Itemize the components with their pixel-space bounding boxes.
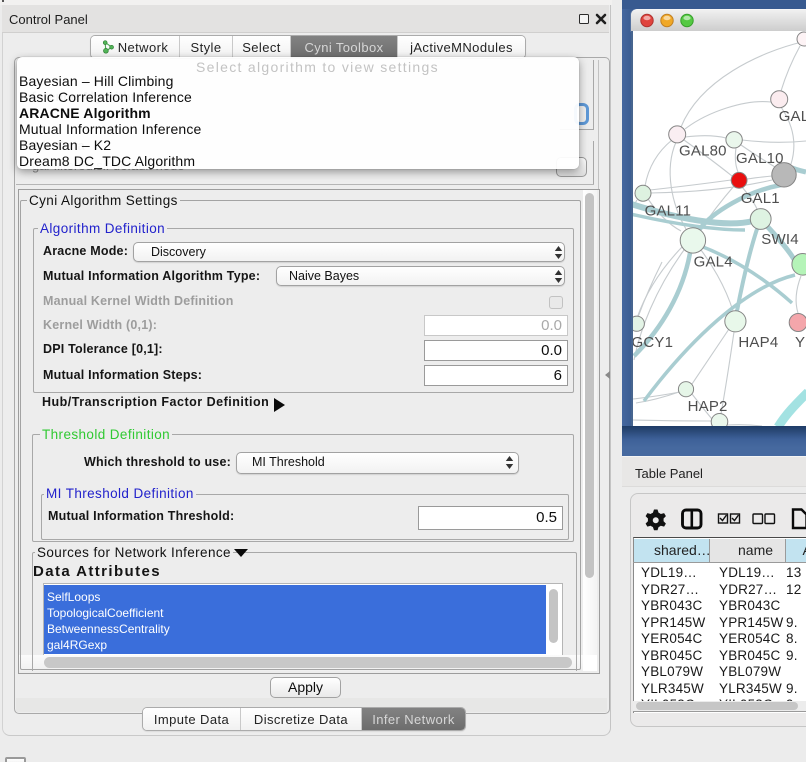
svg-text:GAL11: GAL11 <box>645 203 692 220</box>
svg-text:GAL10: GAL10 <box>736 150 784 167</box>
svg-text:YM: YM <box>795 334 806 351</box>
svg-text:HAP2: HAP2 <box>688 398 728 415</box>
svg-text:GAL4: GAL4 <box>694 254 733 271</box>
svg-text:GCY1: GCY1 <box>633 334 673 351</box>
svg-text:GAL1: GAL1 <box>741 190 780 207</box>
svg-text:GAL2: GAL2 <box>779 108 806 125</box>
svg-text:GAL80: GAL80 <box>679 143 727 160</box>
svg-text:HAP4: HAP4 <box>738 334 778 351</box>
svg-text:SWI4: SWI4 <box>761 231 798 248</box>
